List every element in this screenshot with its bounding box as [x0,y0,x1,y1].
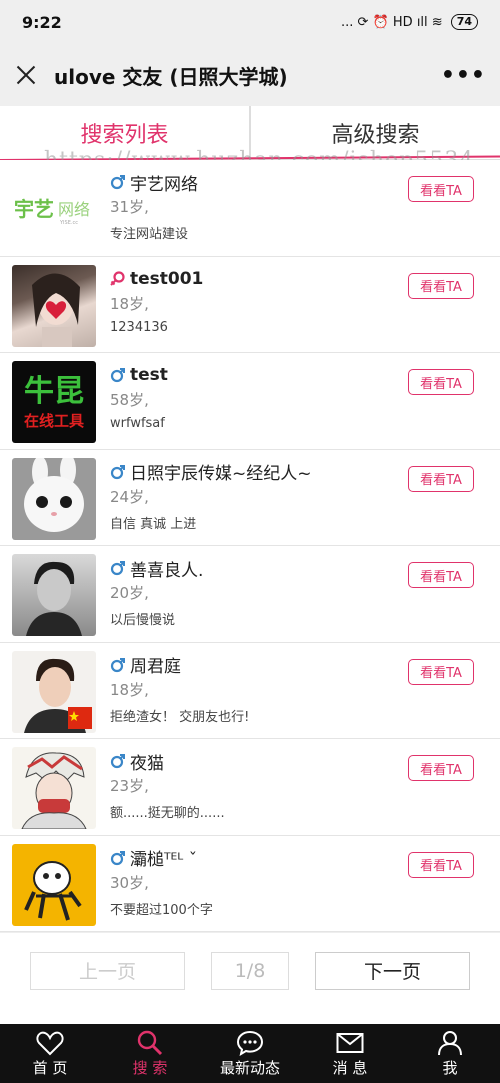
male-icon [110,754,125,769]
next-page-button[interactable]: 下一页 [315,951,470,990]
nav-me[interactable]: 我 [400,1024,500,1083]
user-name: 灞槌ᵀᴱᴸ ˇ [130,850,198,870]
nav-label: 搜 索 [132,1058,168,1077]
avatar [12,554,96,636]
view-profile-button[interactable]: 看看TA [408,851,474,878]
status-indicator-icons: ... ⟳ ⏰ HD ıll ≋ [341,14,443,30]
user-name: test001 [130,268,204,289]
male-icon [110,657,125,672]
male-icon [110,175,125,190]
avatar: 宇艺 网络 YISE.cc [12,168,96,250]
view-profile-button[interactable]: 看看TA [408,658,474,685]
list-item[interactable]: test001 18岁, 1234136 看看TA [0,256,500,353]
svg-text:YISE.cc: YISE.cc [59,220,78,226]
chat-bubble-icon [236,1030,264,1056]
user-name: 日照宇辰传媒~经纪人~ [130,464,312,484]
avatar [12,264,96,347]
user-signature: 专注网站建设 [110,227,189,242]
nav-label: 消 息 [332,1058,368,1077]
female-icon [110,270,125,286]
list-item[interactable]: 夜猫 23岁, 额......挺无聊的...... 看看TA [0,739,500,836]
male-icon [110,850,125,865]
avatar: 牛昆 在线工具 [12,361,96,443]
close-icon[interactable] [14,63,38,87]
list-item[interactable]: 善喜良人. 20岁, 以后慢慢说 看看TA [0,546,500,643]
nav-label: 首 页 [32,1058,68,1077]
page-title: ulove 交友 (日照大学城) [54,64,288,89]
nav-label: 最新动态 [219,1058,280,1077]
user-name: 善喜良人. [130,560,204,581]
user-name: 周君庭 [130,657,181,677]
nav-search[interactable]: 搜 索 [100,1024,200,1083]
svg-text:网络: 网络 [58,200,90,219]
more-options-icon[interactable]: ••• [441,63,486,88]
heart-icon [36,1031,64,1055]
view-profile-button[interactable]: 看看TA [408,369,474,395]
avatar [12,843,96,926]
user-name: test [130,365,168,385]
view-profile-button[interactable]: 看看TA [408,755,474,781]
view-profile-button[interactable]: 看看TA [408,465,474,492]
nav-messages[interactable]: 消 息 [300,1024,400,1083]
search-icon [137,1030,163,1055]
envelope-icon [336,1032,364,1053]
avatar [12,747,96,829]
user-name: 夜猫 [130,753,164,774]
avatar [12,650,96,733]
view-profile-button[interactable]: 看看TA [408,176,474,202]
user-signature: 拒绝渣女！ 交朋友也行! [110,709,250,725]
page-indicator: 1/8 [211,951,289,990]
view-profile-button[interactable]: 看看TA [408,562,474,588]
male-icon [110,368,125,383]
male-icon [110,561,125,576]
nav-home[interactable]: 首 页 [0,1024,100,1083]
user-signature: wrfwfsaf [110,416,165,431]
user-signature: 以后慢慢说 [110,613,176,628]
list-item[interactable]: 日照宇辰传媒~经纪人~ 24岁, 自信 真诚 上进 看看TA [0,449,500,546]
user-list: 宇艺 网络 YISE.cc 宇艺网络 31岁, 专注网站建设 看看TA test… [0,160,500,932]
user-signature: 额......挺无聊的...... [110,806,225,821]
status-bar: 9:22 ... ⟳ ⏰ HD ıll ≋ 74 [0,0,500,44]
nav-label: 我 [442,1058,458,1077]
male-icon [110,464,125,479]
avatar-logo-text: 牛昆 [24,373,84,409]
pagination: 上一页 1/8 下一页 [0,932,500,1008]
status-time: 9:22 [22,12,62,32]
avatar-logo-subtext: 在线工具 [23,411,84,430]
user-signature: 不要超过100个字 [110,902,213,918]
title-bar: ulove 交友 (日照大学城) ••• [0,44,500,106]
list-item[interactable]: 周君庭 18岁, 拒绝渣女！ 交朋友也行! 看看TA [0,642,500,739]
svg-text:宇艺: 宇艺 [14,197,54,221]
list-item[interactable]: 宇艺 网络 YISE.cc 宇艺网络 31岁, 专注网站建设 看看TA [0,160,500,257]
avatar [12,457,96,540]
status-icons: ... ⟳ ⏰ HD ıll ≋ 74 [341,14,478,30]
bottom-nav: 首 页 搜 索 最新动态 消 息 我 [0,1024,500,1083]
user-name: 宇艺网络 [130,174,198,195]
person-icon [438,1030,462,1055]
prev-page-button[interactable]: 上一页 [30,951,185,990]
user-signature: 1234136 [110,319,168,335]
user-signature: 自信 真诚 上进 [110,516,197,532]
view-profile-button[interactable]: 看看TA [408,272,474,299]
list-item[interactable]: 牛昆 在线工具 test 58岁, wrfwfsaf 看看TA [0,353,500,450]
nav-latest-activity[interactable]: 最新动态 [200,1024,300,1083]
list-item[interactable]: 灞槌ᵀᴱᴸ ˇ 30岁, 不要超过100个字 看看TA [0,835,500,932]
battery-icon: 74 [450,14,478,30]
